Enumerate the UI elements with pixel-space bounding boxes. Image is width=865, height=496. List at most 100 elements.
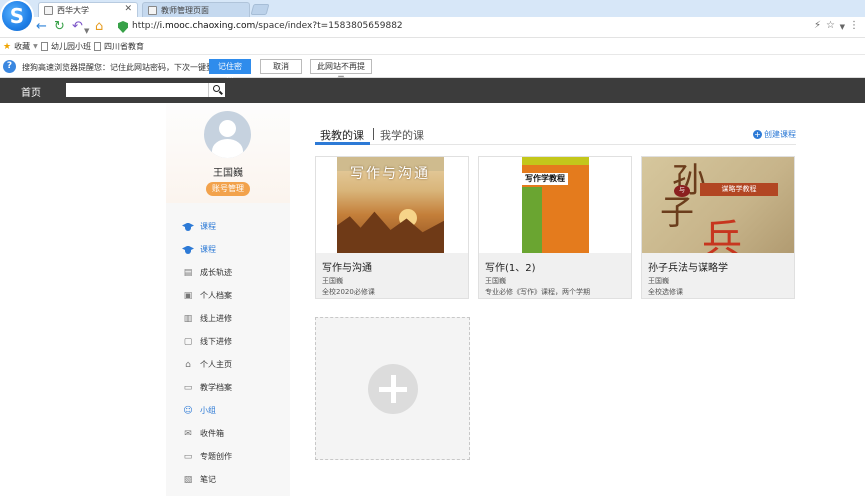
sidebar-item-inbox[interactable]: ✉ 收件箱 <box>166 422 290 445</box>
create-course-link[interactable]: + 创建课程 <box>753 129 796 140</box>
sidebar-item-teaching-archive[interactable]: ▭ 教学档案 <box>166 376 290 399</box>
password-prompt-message: 搜狗高速浏览器提醒您：记住此网站密码，下次一键登录! <box>22 63 226 72</box>
sidebar-item-profile[interactable]: ▣ 个人档案 <box>166 284 290 307</box>
url-path: /space/index?t=1583805659882 <box>255 21 403 31</box>
book-icon: ▢ <box>183 336 193 347</box>
course-card[interactable]: 写作学教程 写作(1、2) 王国巍 专业必修《写作》课程，两个学期 <box>478 156 632 299</box>
sidebar-item-label: 小组 <box>200 406 216 415</box>
plus-icon[interactable] <box>368 364 418 414</box>
add-course-card[interactable] <box>315 317 470 460</box>
cancel-button[interactable]: 取消 <box>260 59 302 74</box>
course-teacher: 王国巍 <box>485 277 506 285</box>
search-icon-handle <box>219 90 223 95</box>
avatar[interactable] <box>204 111 251 158</box>
never-prompt-button[interactable]: 此网站不再提示 <box>310 59 372 84</box>
group-icon: ☺ <box>183 405 193 416</box>
chart-icon: ▥ <box>183 313 193 324</box>
url-host: i.mooc.chaoxing.com <box>159 21 256 31</box>
star-icon: ★ <box>3 41 12 52</box>
page-favicon-icon <box>44 6 53 15</box>
chevron-down-icon[interactable]: ▼ <box>840 23 845 31</box>
course-teacher: 王国巍 <box>322 277 343 285</box>
create-course-label: 创建课程 <box>764 130 796 139</box>
house-icon: ⌂ <box>185 359 191 370</box>
remember-password-button[interactable]: 记住密码 <box>209 59 251 84</box>
growth-icon: ▤ <box>183 267 193 278</box>
bookmark-label: 幼儿园小班 <box>51 42 91 51</box>
password-save-bar: ? 搜狗高速浏览器提醒您：记住此网站密码，下次一键登录! 记住密码 取消 此网站… <box>0 56 865 84</box>
sidebar-menu: 课程 课程 ▤ 成长轨迹 ▣ 个人档案 ▥ 线上进修 ▢ 线下进修 ⌂ 个人主页… <box>166 215 290 491</box>
mail-icon: ✉ <box>184 428 192 439</box>
course-cover[interactable]: 孙 子 兵 与 谋略学教程 <box>642 157 794 253</box>
course-tabs: 我教的课 我学的课 + 创建课程 <box>315 125 796 145</box>
folder-icon: ▭ <box>183 382 193 393</box>
sidebar-item-courses-2[interactable]: 课程 <box>166 238 290 261</box>
home-icon[interactable]: ⌂ <box>95 19 103 35</box>
bookmark-item[interactable]: 幼儿园小班 <box>41 41 91 52</box>
tab-teaching-courses[interactable]: 我教的课 <box>320 127 364 143</box>
address-bar[interactable]: http://i.mooc.chaoxing.com/space/index?t… <box>132 21 403 31</box>
browser-tab-strip: 西华大学 ✕ 教师管理页面 <box>0 0 865 17</box>
book-cover-image: 写作学教程 <box>522 157 589 253</box>
sidebar-item-label: 个人档案 <box>200 291 232 300</box>
tab-label: 西华大学 <box>57 5 89 15</box>
home-link[interactable]: 首页 <box>21 84 41 99</box>
course-card[interactable]: 写作与沟通 写作与沟通 王国巍 全校2020必修课 <box>315 156 469 299</box>
sidebar-item-homepage[interactable]: ⌂ 个人主页 <box>166 353 290 376</box>
refresh-icon[interactable]: ↻ <box>54 19 65 35</box>
course-description: 全校选修课 <box>648 288 683 296</box>
course-card[interactable]: 孙 子 兵 与 谋略学教程 孙子兵法与谋略学 王国巍 全校选修课 <box>641 156 795 299</box>
sidebar-item-label: 专题创作 <box>200 452 232 461</box>
course-title[interactable]: 写作(1、2) <box>485 259 536 274</box>
undo-icon[interactable]: ↶ <box>72 19 83 35</box>
favorites-menu[interactable]: ★ 收藏 ▼ <box>3 41 38 52</box>
sidebar-item-notes[interactable]: ▧ 笔记 <box>166 468 290 491</box>
sidebar-item-topic-creation[interactable]: ▭ 专题创作 <box>166 445 290 468</box>
graduation-cap-icon <box>182 222 194 232</box>
site-header: 首页 <box>0 78 865 103</box>
search-input[interactable] <box>66 83 208 97</box>
star-icon[interactable]: ☆ <box>826 20 835 31</box>
sidebar-item-growth[interactable]: ▤ 成长轨迹 <box>166 261 290 284</box>
security-shield-icon[interactable] <box>118 21 128 33</box>
cover-mountains <box>337 211 444 253</box>
tab-xihua-university[interactable]: 西华大学 ✕ <box>38 2 138 17</box>
menu-dots-icon[interactable]: ⋮ <box>849 20 859 31</box>
course-description: 全校2020必修课 <box>322 288 375 296</box>
sidebar-item-label: 个人主页 <box>200 360 232 369</box>
chevron-down-icon[interactable]: ▼ <box>84 23 89 39</box>
close-icon[interactable]: ✕ <box>124 4 132 14</box>
sidebar-item-courses[interactable]: 课程 <box>166 215 290 238</box>
sidebar-item-offline-training[interactable]: ▢ 线下进修 <box>166 330 290 353</box>
course-title[interactable]: 孙子兵法与谋略学 <box>648 259 728 274</box>
bookmark-label: 四川省教育 <box>104 42 144 51</box>
sidebar-item-online-training[interactable]: ▥ 线上进修 <box>166 307 290 330</box>
search-button[interactable] <box>208 83 225 97</box>
plus-icon: + <box>753 130 762 139</box>
tab-learning-courses[interactable]: 我学的课 <box>380 127 424 143</box>
account-management-button[interactable]: 账号管理 <box>206 182 250 196</box>
cover-green-strip <box>522 187 542 253</box>
profile-panel: 王国巍 账号管理 <box>166 103 290 203</box>
sidebar-item-label: 收件箱 <box>200 429 224 438</box>
chevron-down-icon: ▼ <box>33 43 38 50</box>
course-description: 专业必修《写作》课程，两个学期 <box>485 288 590 296</box>
tab-teacher-admin[interactable]: 教师管理页面 <box>142 2 250 17</box>
sidebar-item-label: 课程 <box>200 222 216 231</box>
lightning-icon[interactable]: ⚡ <box>814 20 821 31</box>
profile-card-icon: ▣ <box>183 290 193 301</box>
note-icon: ▧ <box>183 474 193 485</box>
bookmark-item[interactable]: 四川省教育 <box>94 41 144 52</box>
sogou-browser-logo-icon[interactable]: S <box>2 1 32 31</box>
course-cover[interactable]: 写作学教程 <box>479 157 631 253</box>
sidebar-item-label: 笔记 <box>200 475 216 484</box>
tab-divider <box>373 128 374 140</box>
book-cover-image: 孙 子 兵 与 谋略学教程 <box>642 157 794 253</box>
course-cover[interactable]: 写作与沟通 <box>316 157 468 253</box>
user-name: 王国巍 <box>213 168 243 179</box>
course-title[interactable]: 写作与沟通 <box>322 259 372 274</box>
new-tab-button[interactable] <box>250 4 270 15</box>
back-arrow-icon[interactable]: ← <box>36 19 47 35</box>
sidebar-item-group[interactable]: ☺ 小组 <box>166 399 290 422</box>
bookmarks-bar: ★ 收藏 ▼ 幼儿园小班 四川省教育 <box>0 38 865 55</box>
